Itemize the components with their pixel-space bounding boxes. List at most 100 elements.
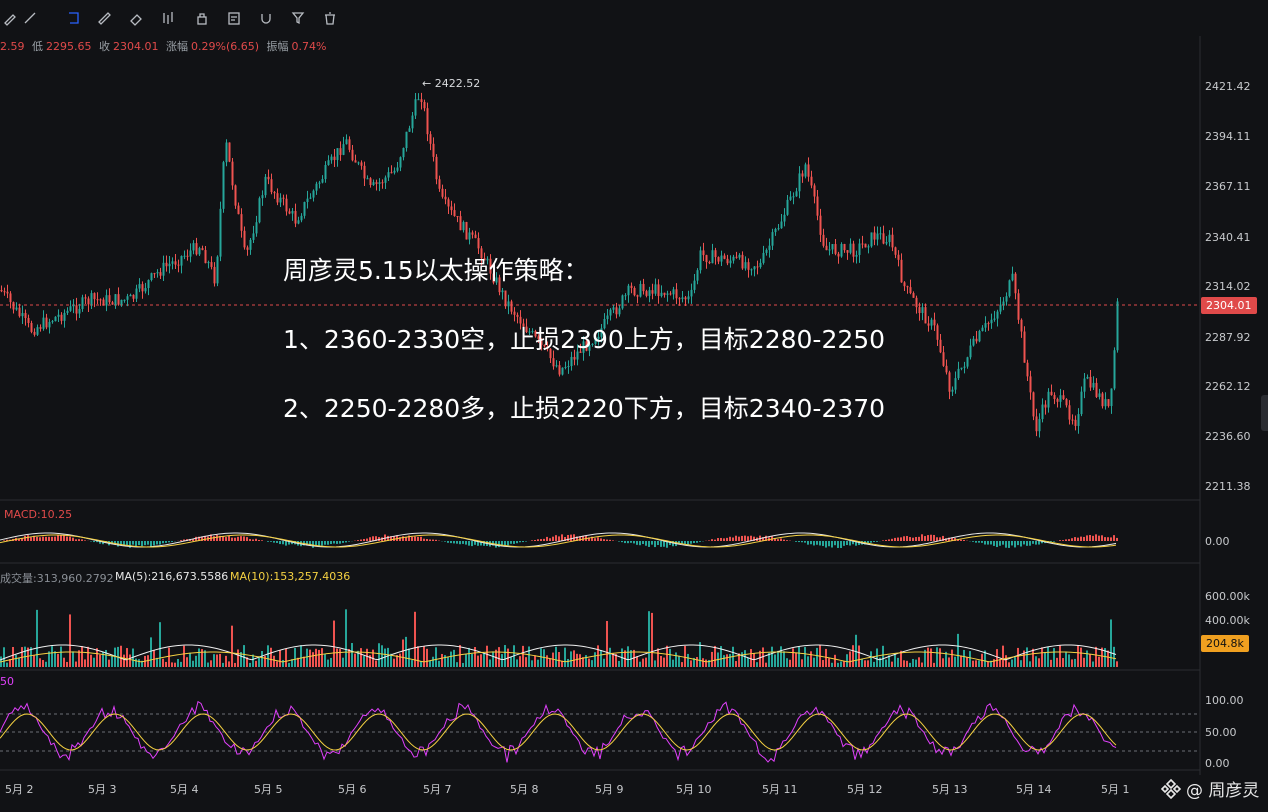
candle-body [444,196,447,200]
volume-bar [465,654,467,667]
candle-body [417,99,420,101]
volume-bar [501,654,503,667]
macd-bar [975,541,977,543]
volume-bar [1038,658,1040,667]
macd-bar [516,541,518,544]
macd-bar [807,541,809,545]
macd-bar [156,541,158,545]
volume-bar [39,658,41,667]
volume-bar [726,654,728,667]
candle-body [786,199,789,215]
volume-bar [231,625,233,667]
price-tick: 2421.42 [1205,80,1251,93]
strategy-line-1: 1、2360-2330空，止损2390上方，目标2280-2250 [283,325,886,354]
candle-body [972,338,975,346]
candle-body [948,372,951,392]
candle-body [855,254,858,257]
candle-body [714,250,717,258]
candle-body [1020,319,1023,332]
volume-bar [309,649,311,667]
candle-body [891,234,894,248]
macd-bar [1065,539,1067,541]
candle-body [261,195,264,199]
macd-bar [216,534,218,541]
candle-body [798,173,801,192]
macd-bar [171,541,173,542]
macd-bar [537,539,539,541]
volume-bar [783,651,785,667]
volume-ma5-label: MA(5):216,673.5586 [115,570,229,583]
candle-body [777,228,780,230]
candle-body [282,197,285,199]
macd-bar [909,537,911,541]
volume-bar [237,649,239,667]
volume-bar [423,646,425,667]
candle-body [180,256,183,266]
candle-body [426,108,429,135]
candle-body [165,262,168,267]
macd-bar [720,537,722,541]
candle-body [966,357,969,367]
volume-bar [993,659,995,667]
volume-bar [606,620,608,667]
volume-bar [909,662,911,667]
candle-body [351,149,354,161]
volume-bar [183,645,185,667]
macd-bar [804,541,806,543]
volume-bar [426,648,428,667]
volume-bar [1065,651,1067,667]
candle-body [387,172,390,178]
volume-bar [933,662,935,667]
volume-bar [1029,661,1031,667]
macd-bar [336,541,338,544]
candle-body [33,331,36,335]
macd-bar [729,536,731,541]
rsi-tick: 50.00 [1205,726,1237,739]
candle-body [954,378,957,390]
candle-body [399,157,402,168]
candle-body [414,99,417,116]
candle-body [234,185,237,206]
candle-body [792,196,795,198]
candle-body [867,246,870,248]
macd-bar [999,541,1001,546]
macd-bar [609,539,611,541]
candle-body [990,319,993,324]
candle-body [288,211,291,214]
macd-bar [1008,541,1010,548]
volume-bar [531,660,533,667]
volume-bar [288,662,290,667]
candle-body [420,99,423,103]
volume-bar [966,656,968,667]
candle-body [0,290,3,292]
candle-body [360,162,363,166]
macd-bar [426,539,428,541]
candle-body [90,293,93,305]
volume-bar [525,657,527,667]
panel-collapse-handle[interactable] [1261,395,1268,431]
date-tick: 5月 10 [676,783,712,796]
macd-zero-tick: 0.00 [1205,535,1230,548]
volume-bar [408,648,410,667]
candle-body [834,244,837,254]
macd-bar [522,541,524,543]
macd-bar [324,541,326,545]
macd-bar [849,541,851,546]
volume-bar [987,661,989,667]
volume-bar [219,653,221,667]
candle-body [144,288,147,292]
macd-bar [567,534,569,541]
volume-bar [1077,645,1079,667]
macd-bar [462,541,464,544]
candle-body [825,245,828,251]
candle-body [204,250,207,264]
volume-bar [1080,647,1082,667]
volume-bar [873,661,875,667]
volume-bar [45,661,47,667]
macd-bar [471,541,473,547]
volume-bar [84,659,86,667]
volume-bar [714,645,716,667]
macd-bar [1083,536,1085,541]
macd-bar [690,541,692,544]
macd-bar [447,541,449,543]
